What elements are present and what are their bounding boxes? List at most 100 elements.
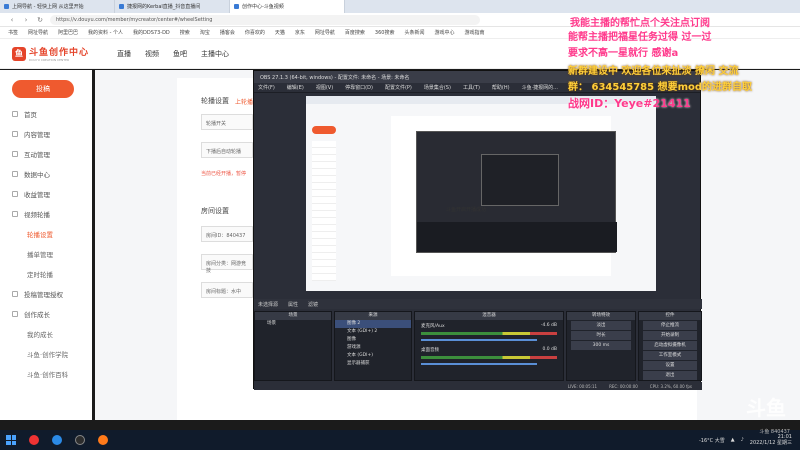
url-field[interactable]: https://v.douyu.com/member/mycreator/cen…: [50, 14, 480, 25]
obs-menu-item[interactable]: 帮助(H): [492, 84, 510, 91]
room-title-value[interactable]: 水中: [231, 289, 241, 295]
bookmark-item[interactable]: 你喜欢的: [245, 29, 265, 36]
bookmark-item[interactable]: 播客会: [220, 29, 235, 36]
volume-slider[interactable]: [421, 339, 537, 341]
obs-menu-item[interactable]: 视图(V): [316, 84, 333, 91]
obs-menu-item[interactable]: 文件(F): [258, 84, 275, 91]
bookmark-item[interactable]: 搜索: [180, 29, 190, 36]
sidebar-item[interactable]: 内容管理: [0, 124, 92, 144]
scene-item[interactable]: 场景: [255, 320, 331, 328]
bookmark-item[interactable]: 书签: [8, 29, 18, 36]
source-item[interactable]: 图像 2: [335, 320, 411, 328]
scenes-panel-title: 场景: [255, 312, 331, 320]
volume-slider[interactable]: [421, 363, 537, 365]
bookmark-item[interactable]: 淘宝: [200, 29, 210, 36]
obs-control-button[interactable]: 设置: [643, 361, 697, 370]
carousel-toggle[interactable]: 轮播开关: [201, 114, 253, 130]
room-id-label: 房间ID：: [206, 233, 227, 239]
obs-menu-item[interactable]: 工具(T): [463, 84, 480, 91]
sidebar-item[interactable]: 视频轮播: [0, 204, 92, 224]
source-label: 图像: [347, 337, 356, 342]
refresh-icon[interactable]: ↻: [36, 16, 44, 24]
bookmark-item[interactable]: 头条新闻: [404, 29, 424, 36]
volume-icon[interactable]: ♪: [741, 437, 744, 443]
sidebar-item[interactable]: 收益管理: [0, 184, 92, 204]
bookmark-item[interactable]: 天猫: [275, 29, 285, 36]
browser-tab[interactable]: 捷报网的Kerbal直播_抖音直播间: [115, 0, 230, 13]
auto-carousel-option[interactable]: 下播后自动轮播: [201, 142, 253, 158]
bookmark-item[interactable]: 京东: [295, 29, 305, 36]
windows-taskbar: -16°C 大雪 ▲ ♪ 21:01 2022/1/12 星期三: [0, 430, 800, 450]
sidebar-item[interactable]: 定时轮播: [0, 264, 92, 284]
taskbar-douyu-icon[interactable]: [98, 435, 108, 445]
bookmark-item[interactable]: 阿里巴巴: [58, 29, 78, 36]
obs-control-button[interactable]: 开始录制: [643, 331, 697, 340]
topnav-item[interactable]: 鱼吧: [173, 49, 187, 59]
transition-control[interactable]: 淡出: [571, 321, 631, 330]
sidebar-item[interactable]: 投稿管理授权: [0, 284, 92, 304]
transition-control[interactable]: 时长: [571, 331, 631, 340]
taskbar-browser-icon[interactable]: [52, 435, 62, 445]
obs-menu-item[interactable]: 停靠窗口(D): [345, 84, 373, 91]
bookmark-item[interactable]: 游戏中心: [434, 29, 454, 36]
source-toolbar-item[interactable]: 属性: [288, 301, 298, 308]
controls-panel-title: 控件: [639, 312, 701, 320]
bookmark-item[interactable]: 网址导航: [28, 29, 48, 36]
sidebar-item[interactable]: 斗鱼·创作学院: [0, 344, 92, 364]
windows-start-icon[interactable]: [6, 435, 16, 445]
back-icon[interactable]: ‹: [8, 16, 16, 24]
source-item[interactable]: 文本 (GDI+) 2: [335, 328, 411, 336]
source-toolbar-item[interactable]: 滤镜: [308, 301, 318, 308]
sidebar-item[interactable]: 轮播设置: [0, 224, 92, 244]
sidebar-item[interactable]: 斗鱼·创作百科: [0, 364, 92, 384]
clock[interactable]: 21:01 2022/1/12 星期三: [750, 434, 792, 446]
source-item[interactable]: 文本 (GDI+): [335, 352, 411, 360]
sidebar-item[interactable]: 数据中心: [0, 164, 92, 184]
sidebar-item[interactable]: 播单管理: [0, 244, 92, 264]
obs-preview[interactable]: 斗鱼开启开播成功: [306, 96, 656, 291]
post-button[interactable]: 投稿: [12, 80, 74, 98]
sidebar-item[interactable]: 首页: [0, 104, 92, 124]
obs-control-button[interactable]: 停止推流: [643, 321, 697, 330]
source-item[interactable]: 显示器捕获: [335, 360, 411, 368]
transitions-list: 淡出 时长 300 ms: [567, 321, 635, 350]
bookmark-item[interactable]: 游戏指南: [464, 29, 484, 36]
source-item[interactable]: 游戏源: [335, 344, 411, 352]
site-logo[interactable]: 鱼 斗鱼创作中心 DOUYU CREATION CENTER: [12, 45, 89, 62]
bookmark-item[interactable]: 我的资料 - 个人: [88, 29, 123, 36]
taskbar-obs-icon[interactable]: [75, 435, 85, 445]
topnav-item[interactable]: 视频: [145, 49, 159, 59]
obs-menu-item[interactable]: 配置文件(P): [385, 84, 412, 91]
tab-favicon-icon: [119, 4, 124, 9]
obs-menu-item[interactable]: 编辑(E): [287, 84, 304, 91]
obs-control-button[interactable]: 工作室模式: [643, 351, 697, 360]
forward-icon[interactable]: ›: [22, 16, 30, 24]
weather-text[interactable]: -16°C 大雪: [699, 437, 725, 444]
topnav-item[interactable]: 主播中心: [201, 49, 229, 59]
source-item[interactable]: 图像: [335, 336, 411, 344]
obs-menu-item[interactable]: 斗鱼·捷报网的...: [522, 84, 558, 91]
browser-tab[interactable]: 创作中心-斗鱼视频: [230, 0, 345, 13]
audio-mixer-panel: 混音器 麦克风/Aux -4.6 dB 桌面音频 0.0 dB: [414, 311, 564, 381]
taskbar-app-icon[interactable]: [29, 435, 39, 445]
audio-meter: [421, 332, 557, 335]
obs-control-button[interactable]: 启动虚拟摄像机: [643, 341, 697, 350]
transition-control[interactable]: 300 ms: [571, 341, 631, 350]
carousel-link[interactable]: 上轮播: [235, 97, 253, 106]
obs-menu-item[interactable]: 场景集合(S): [424, 84, 451, 91]
obs-control-button[interactable]: 退出: [643, 371, 697, 380]
bookmark-item[interactable]: 我的DDS73-DD: [133, 29, 170, 36]
bookmark-item[interactable]: 360搜索: [375, 29, 395, 36]
bookmark-item[interactable]: 百度搜索: [345, 29, 365, 36]
topnav-item[interactable]: 直播: [117, 49, 131, 59]
sidebar-item-label: 内容管理: [24, 131, 50, 139]
network-icon[interactable]: ▲: [731, 437, 735, 443]
sidebar-item[interactable]: 互动管理: [0, 144, 92, 164]
sidebar-item-label: 创作成长: [24, 311, 50, 319]
browser-tab[interactable]: 上网导航 - 轻快上网 从这里开始: [0, 0, 115, 13]
sidebar-item-label: 投稿管理授权: [24, 291, 63, 299]
bookmark-item[interactable]: 网址导航: [315, 29, 335, 36]
sidebar-item[interactable]: 创作成长: [0, 304, 92, 324]
sidebar-item[interactable]: 我的成长: [0, 324, 92, 344]
browser-tab-label: 上网导航 - 轻快上网 从这里开始: [12, 4, 84, 10]
